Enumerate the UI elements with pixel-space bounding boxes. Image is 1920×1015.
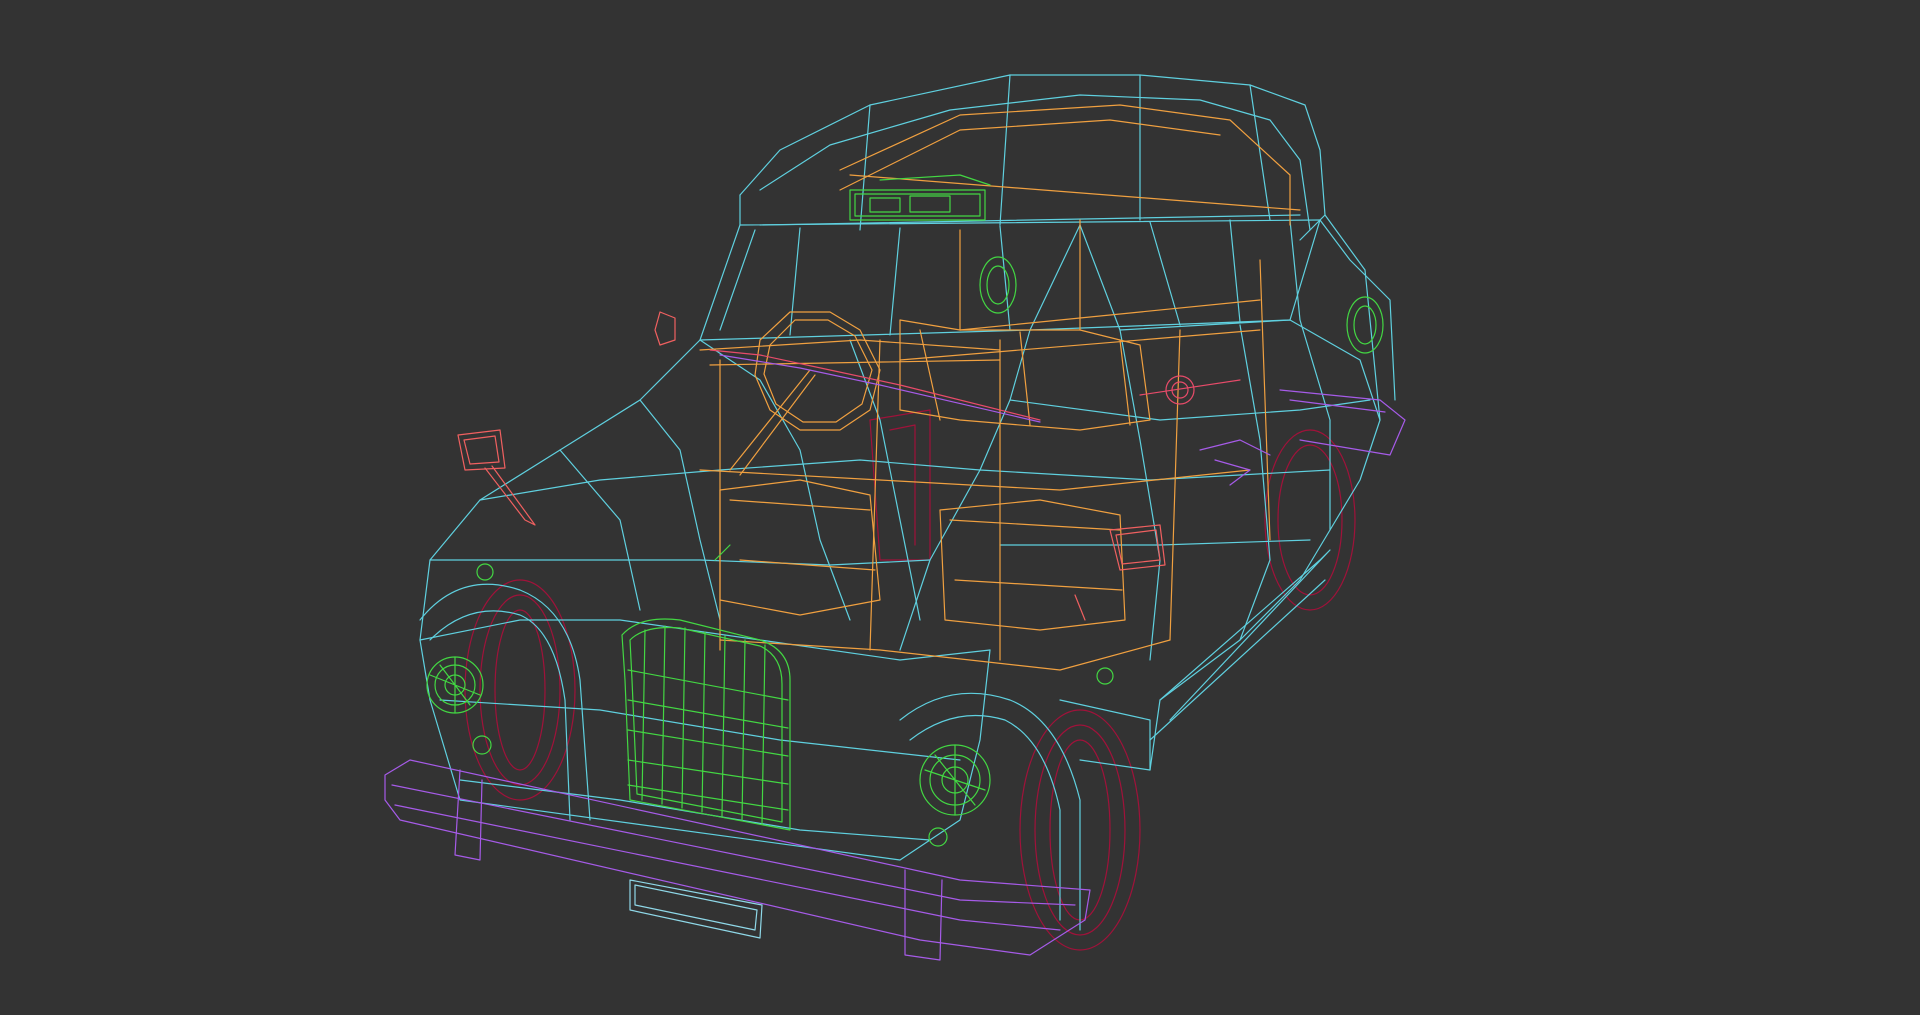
taxi-roof-sign bbox=[849, 174, 991, 221]
wireframe-taxi-model[interactable] bbox=[0, 0, 1920, 1015]
bumpers bbox=[384, 389, 1406, 961]
car-body-shell bbox=[419, 74, 1396, 931]
3d-viewport[interactable] bbox=[0, 0, 1920, 1015]
side-mirrors bbox=[457, 311, 1166, 621]
car-interior bbox=[699, 104, 1301, 671]
front-grille bbox=[621, 618, 791, 831]
headlights bbox=[426, 256, 1384, 847]
